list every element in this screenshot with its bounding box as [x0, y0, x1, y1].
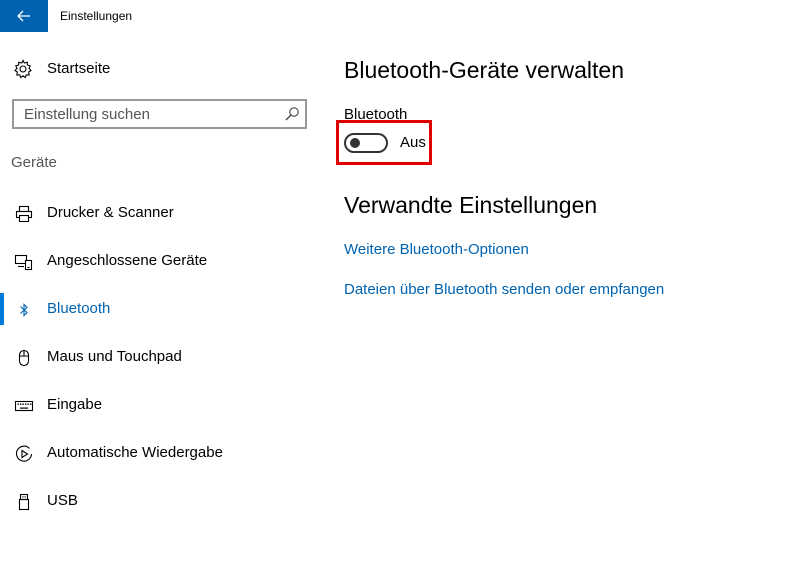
selection-indicator: [0, 293, 4, 325]
gear-icon: [14, 59, 32, 79]
sidebar-item-typing[interactable]: Eingabe: [0, 382, 320, 430]
link-more-bluetooth-options[interactable]: Weitere Bluetooth-Optionen: [344, 241, 529, 258]
search-input[interactable]: [14, 101, 284, 127]
sidebar-item-label: Bluetooth: [47, 300, 111, 317]
sidebar-item-connected-devices[interactable]: Angeschlossene Geräte: [0, 238, 320, 286]
sidebar-item-label: Drucker & Scanner: [47, 204, 174, 221]
section-title-related: Verwandte Einstellungen: [344, 192, 598, 218]
sidebar-item-label: USB: [47, 492, 78, 509]
sidebar-item-mouse-touchpad[interactable]: Maus und Touchpad: [0, 334, 320, 382]
sidebar-item-label: Angeschlossene Geräte: [47, 252, 208, 269]
sidebar-nav: Drucker & Scanner Angeschlossene Geräte …: [0, 190, 320, 526]
group-label-devices: Geräte: [11, 154, 57, 171]
back-button[interactable]: [0, 0, 48, 32]
search-box[interactable]: [12, 99, 307, 129]
connected-devices-icon: [14, 254, 33, 271]
sidebar-home-label: Startseite: [47, 60, 111, 77]
highlight-box: [336, 120, 432, 165]
link-send-receive-files[interactable]: Dateien über Bluetooth senden oder empfa…: [344, 281, 664, 298]
printer-icon: [15, 205, 33, 223]
mouse-icon: [18, 349, 30, 367]
sidebar-item-label: Eingabe: [47, 396, 103, 413]
sidebar-item-usb[interactable]: USB: [0, 478, 320, 526]
sidebar-home[interactable]: Startseite: [0, 49, 320, 89]
sidebar: Startseite Geräte Drucker & Scanner: [0, 32, 320, 584]
bluetooth-icon: [20, 303, 28, 317]
title-bar: Einstellungen: [0, 0, 789, 32]
autoplay-icon: [15, 445, 33, 462]
search-icon[interactable]: [284, 106, 300, 122]
window-title: Einstellungen: [60, 9, 133, 23]
sidebar-item-bluetooth[interactable]: Bluetooth: [0, 286, 320, 334]
back-arrow-icon: [17, 10, 30, 22]
keyboard-icon: [14, 400, 34, 412]
sidebar-item-autoplay[interactable]: Automatische Wiedergabe: [0, 430, 320, 478]
page-title: Bluetooth-Geräte verwalten: [344, 57, 624, 83]
sidebar-item-label: Maus und Touchpad: [47, 348, 182, 365]
sidebar-item-label: Automatische Wiedergabe: [47, 444, 223, 461]
usb-icon: [18, 493, 30, 511]
sidebar-item-printers[interactable]: Drucker & Scanner: [0, 190, 320, 238]
